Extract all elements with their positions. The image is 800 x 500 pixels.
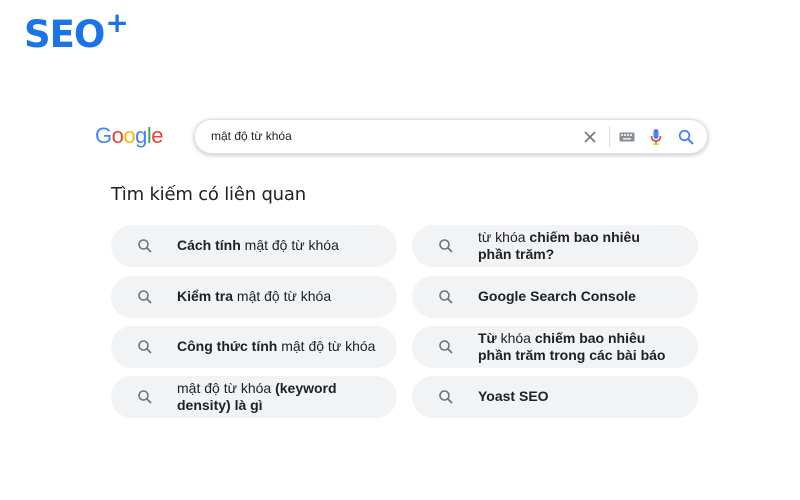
chip-label: Công thức tính mật độ từ khóa: [177, 338, 376, 354]
google-logo[interactable]: Google: [95, 121, 164, 151]
magnifier-icon: [439, 340, 453, 354]
magnifier-icon: [439, 390, 453, 404]
related-search-chip[interactable]: Kiểm tra mật độ từ khóa: [111, 276, 397, 318]
keyboard-icon: [619, 132, 635, 142]
magnifier-icon: [138, 290, 152, 304]
chip-label: Yoast SEO: [478, 388, 549, 404]
magnifier-icon: [439, 290, 453, 304]
related-search-chip[interactable]: Yoast SEO: [412, 376, 698, 418]
brand-logo: SEO +: [24, 6, 129, 58]
microphone-icon: [650, 129, 662, 145]
search-button[interactable]: [676, 127, 696, 147]
magnifier-icon: [138, 390, 152, 404]
related-search-chip[interactable]: Từ khóa chiếm bao nhiêu phần trăm trong …: [412, 326, 698, 368]
magnifier-icon: [138, 239, 152, 253]
related-search-chip[interactable]: Cách tính mật độ từ khóa: [111, 225, 397, 267]
related-search-chip[interactable]: mật độ từ khóa (keyword density) là gì: [111, 376, 397, 418]
magnifier-icon: [138, 340, 152, 354]
voice-search-button[interactable]: [647, 127, 665, 147]
chip-label: mật độ từ khóa (keyword density) là gì: [177, 380, 337, 413]
divider: [609, 126, 610, 147]
search-icon: [678, 129, 694, 145]
keyboard-button[interactable]: [618, 128, 636, 146]
chip-label: Cách tính mật độ từ khóa: [177, 237, 339, 253]
magnifier-icon: [439, 239, 453, 253]
related-search-chip[interactable]: Công thức tính mật độ từ khóa: [111, 326, 397, 368]
chip-label: Kiểm tra mật độ từ khóa: [177, 288, 332, 304]
brand-plus: +: [105, 6, 129, 39]
related-search-chip[interactable]: từ khóa chiếm bao nhiêu phần trăm?: [412, 225, 698, 267]
chip-label: từ khóa chiếm bao nhiêu phần trăm?: [478, 229, 640, 262]
search-bar: mật độ từ khóa: [194, 119, 708, 154]
brand-name: SEO: [24, 13, 105, 56]
related-searches-heading: Tìm kiếm có liên quan: [111, 184, 306, 205]
clear-button[interactable]: [581, 128, 599, 146]
search-input[interactable]: mật độ từ khóa: [211, 120, 571, 153]
chip-label: Google Search Console: [478, 288, 636, 304]
chip-label: Từ khóa chiếm bao nhiêu phần trăm trong …: [478, 330, 666, 363]
clear-icon: [584, 131, 596, 143]
related-search-chip[interactable]: Google Search Console: [412, 276, 698, 318]
